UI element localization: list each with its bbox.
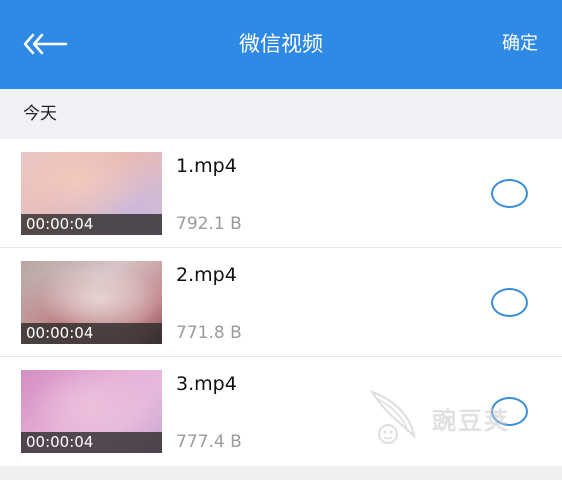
- video-thumbnail: 00:00:04: [21, 370, 162, 453]
- confirm-button[interactable]: 确定: [502, 32, 538, 56]
- date-section-header: 今天: [0, 89, 562, 139]
- video-list-item[interactable]: 00:00:04 2.mp4 771.8 B: [0, 248, 562, 357]
- top-app-bar: 微信视频 确定: [0, 0, 562, 89]
- file-name: 3.mp4: [176, 373, 237, 395]
- pea-pod-logo-icon: [369, 390, 416, 444]
- video-list-item[interactable]: 00:00:04 1.mp4 792.1 B: [0, 139, 562, 248]
- bottom-gutter: [0, 466, 562, 480]
- file-size: 771.8 B: [176, 323, 242, 343]
- file-name: 2.mp4: [176, 264, 237, 286]
- file-size: 792.1 B: [176, 214, 242, 234]
- select-radio[interactable]: [491, 288, 528, 317]
- section-label: 今天: [23, 104, 57, 124]
- page-title: 微信视频: [239, 32, 323, 56]
- video-thumbnail: 00:00:04: [21, 261, 162, 344]
- watermark: 豌豆荚: [362, 384, 542, 454]
- select-radio[interactable]: [491, 179, 528, 208]
- file-name: 1.mp4: [176, 155, 237, 177]
- video-thumbnail: 00:00:04: [21, 152, 162, 235]
- watermark-text: 豌豆荚: [432, 407, 510, 435]
- video-duration: 00:00:04: [21, 323, 162, 344]
- video-duration: 00:00:04: [21, 432, 162, 453]
- video-duration: 00:00:04: [21, 214, 162, 235]
- file-size: 777.4 B: [176, 432, 242, 452]
